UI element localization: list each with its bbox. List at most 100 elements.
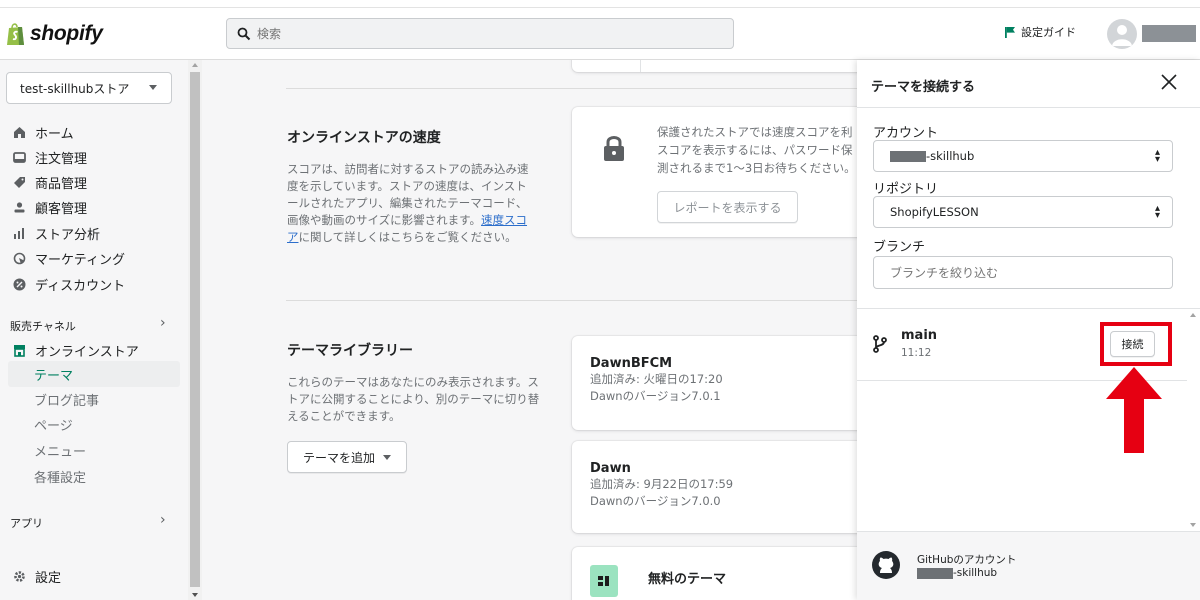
add-theme-button[interactable]: テーマを追加: [287, 441, 407, 473]
person-icon: [12, 200, 26, 214]
repository-select[interactable]: ShopifyLESSON ▴ ▾: [873, 196, 1173, 228]
sidebar-sub-pages[interactable]: ページ: [34, 415, 73, 435]
top-bar: shopify 設定ガイド: [0, 0, 1200, 60]
tag-icon: [12, 175, 26, 189]
discount-icon: [12, 277, 26, 291]
scrollbar-thumb[interactable]: [190, 72, 200, 587]
highlight-box: [1100, 322, 1172, 366]
theme-name: Dawn: [590, 461, 631, 476]
speed-card: 保護されたストアでは速度スコアを利 スコアを表示するには、パスワード保 測される…: [572, 107, 857, 237]
branch-label: ブランチ: [873, 240, 926, 255]
account-value: -skillhub: [926, 149, 975, 163]
theme-card[interactable]: DawnBFCM 追加済み: 火曜日の17:20 Dawnのバージョン7.0.1: [572, 336, 857, 430]
sidebar-item-label: ディスカウント: [35, 278, 126, 294]
sidebar-item-label: オンラインストア: [35, 344, 139, 360]
search-icon: [237, 27, 251, 40]
sidebar-sub-themes[interactable]: テーマ: [34, 365, 73, 385]
repository-label: リポジトリ: [873, 182, 939, 197]
logo-text: shopify: [30, 22, 103, 45]
git-branch-icon: [873, 335, 887, 353]
scroll-down-icon[interactable]: [1190, 523, 1196, 527]
sidebar-item-label: ホーム: [35, 126, 74, 142]
scroll-down-icon[interactable]: [192, 593, 198, 597]
theme-name: DawnBFCM: [590, 356, 673, 371]
store-name: test-skillhubストア: [20, 81, 130, 96]
apps-label: アプリ: [10, 517, 43, 530]
repository-value: ShopifyLESSON: [890, 205, 979, 219]
search-input[interactable]: [257, 26, 697, 41]
sidebar-item-online-store[interactable]: オンラインストア: [12, 340, 139, 360]
main-content: オンラインストアの速度 スコアは、訪問者に対するストアの読み込み速度を示していま…: [202, 60, 857, 600]
account-select[interactable]: -skillhub ▴ ▾: [873, 140, 1173, 172]
close-icon[interactable]: [1160, 73, 1178, 91]
speed-card-text: 保護されたストアでは速度スコアを利 スコアを表示するには、パスワード保 測される…: [657, 125, 856, 175]
setup-guide-button[interactable]: 設定ガイド: [1004, 24, 1076, 40]
speed-title: オンラインストアの速度: [287, 130, 441, 146]
view-report-button[interactable]: レポートを表示する: [657, 191, 798, 223]
scroll-up-icon[interactable]: [192, 63, 198, 67]
theme-version: Dawnのバージョン7.0.1: [590, 389, 721, 403]
sidebar-item-label: 設定: [35, 570, 62, 586]
panel-header: テーマを接続する: [857, 60, 1200, 108]
section-divider: [286, 300, 857, 301]
chevron-right-icon[interactable]: ›: [160, 512, 166, 528]
theme-library-title: テーマライブラリー: [287, 343, 413, 359]
github-account-label: GitHubのアカウント: [917, 554, 1017, 566]
partial-card: [572, 60, 857, 72]
sidebar-scrollbar[interactable]: [188, 60, 202, 600]
gear-icon: [12, 569, 26, 583]
sidebar-sub-blog[interactable]: ブログ記事: [34, 390, 99, 410]
branch-time: 11:12: [901, 347, 932, 359]
chevron-right-icon[interactable]: ›: [160, 315, 166, 331]
branch-filter-field[interactable]: [873, 256, 1173, 289]
theme-library-description: これらのテーマはあなたにのみ表示されます。ストアに公開することにより、別のテーマ…: [287, 375, 540, 423]
sidebar-item-label: 注文管理: [35, 151, 88, 167]
branch-name: main: [901, 328, 938, 343]
redacted-account-prefix: [917, 567, 953, 579]
sales-channels-label: 販売チャネル: [10, 320, 76, 333]
theme-version: Dawnのバージョン7.0.0: [590, 494, 721, 508]
speed-description: スコアは、訪問者に対するストアの読み込み速度を示しています。ストアの速度は、イン…: [287, 162, 529, 244]
sidebar-item-label: 顧客管理: [35, 201, 88, 217]
github-icon: [872, 551, 900, 579]
sidebar-sub-preferences[interactable]: 各種設定: [34, 467, 86, 487]
panel-scrollbar[interactable]: [1186, 309, 1200, 531]
branch-filter-input[interactable]: [890, 265, 1160, 280]
free-themes-card: 無料のテーマ: [572, 547, 857, 600]
sidebar-item-label: 商品管理: [35, 176, 88, 192]
caret-down-icon: [149, 85, 157, 90]
scroll-up-icon[interactable]: [1190, 313, 1196, 317]
search-bar[interactable]: [226, 18, 734, 49]
sidebar-item-discounts[interactable]: ディスカウント: [12, 274, 125, 294]
store-selector[interactable]: test-skillhubストア: [6, 72, 172, 104]
sidebar-sub-menu[interactable]: メニュー: [34, 441, 86, 461]
theme-card[interactable]: Dawn 追加済み: 9月22日の17:59 Dawnのバージョン7.0.0: [572, 441, 857, 533]
redacted-user-name: [1142, 25, 1196, 42]
lock-icon: [604, 136, 624, 161]
caret-down-icon: [383, 454, 391, 460]
panel-footer: GitHubのアカウント -skillhub: [857, 531, 1200, 600]
free-themes-title: 無料のテーマ: [648, 572, 727, 587]
sidebar-item-products[interactable]: 商品管理: [12, 172, 87, 192]
sidebar-item-label: ストア分析: [35, 227, 101, 243]
account-label: アカウント: [873, 126, 939, 141]
sidebar: test-skillhubストア ホーム 注文管理 商品管理 顧客管理 ストア分…: [0, 60, 188, 600]
avatar[interactable]: [1107, 19, 1137, 49]
sidebar-item-orders[interactable]: 注文管理: [12, 147, 87, 167]
select-updown-icon: ▴ ▾: [1154, 203, 1160, 221]
shopify-bag-icon: [7, 23, 24, 45]
arrow-up-icon: [1106, 367, 1162, 453]
sidebar-item-marketing[interactable]: マーケティング: [12, 248, 125, 268]
orders-icon: [12, 150, 26, 164]
store-icon: [12, 343, 26, 357]
sidebar-item-settings[interactable]: 設定: [12, 566, 61, 586]
sidebar-item-customers[interactable]: 顧客管理: [12, 197, 87, 217]
shopify-logo[interactable]: shopify: [6, 22, 103, 46]
sidebar-item-label: マーケティング: [35, 252, 125, 268]
theme-added: 追加済み: 9月22日の17:59: [590, 477, 734, 491]
analytics-icon: [12, 226, 26, 240]
sidebar-item-analytics[interactable]: ストア分析: [12, 223, 100, 243]
person-icon: [1112, 25, 1132, 46]
sidebar-item-home[interactable]: ホーム: [12, 122, 74, 142]
theme-added: 追加済み: 火曜日の17:20: [590, 372, 723, 386]
